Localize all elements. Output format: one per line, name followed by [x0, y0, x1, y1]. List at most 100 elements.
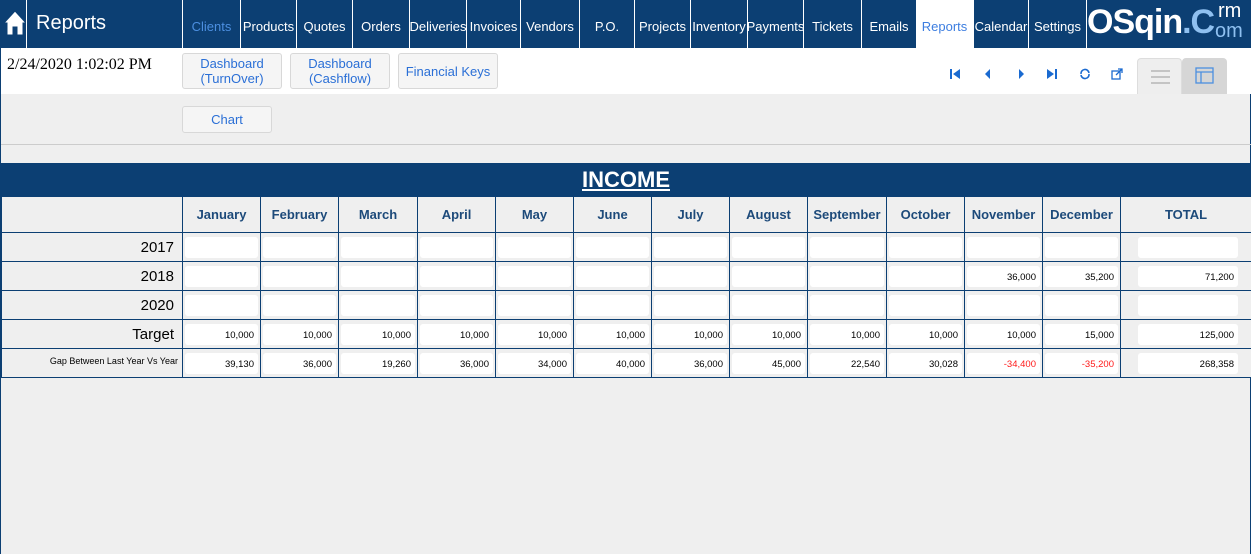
value-field[interactable]: 10,000 [967, 323, 1040, 345]
dashboard-turnover-button[interactable]: Dashboard (TurnOver) [182, 53, 282, 89]
home-icon[interactable] [3, 8, 27, 36]
value-field[interactable] [420, 236, 493, 258]
value-field[interactable] [185, 236, 258, 258]
nav-tab-payments[interactable]: Payments [747, 0, 804, 48]
value-field[interactable]: 35,200 [1045, 265, 1118, 287]
value-field[interactable]: 10,000 [420, 323, 493, 345]
table-cell: 39,130 [182, 348, 261, 378]
grid-view-button[interactable] [1182, 58, 1227, 94]
value-field[interactable]: 34,000 [498, 352, 571, 374]
nav-tab-invoices[interactable]: Invoices [466, 0, 520, 48]
value-field[interactable]: 45,000 [732, 352, 805, 374]
value-field[interactable] [263, 236, 336, 258]
dashboard-cashflow-button[interactable]: Dashboard (Cashflow) [290, 53, 390, 89]
nav-tab-reports[interactable]: Reports [916, 0, 973, 48]
value-field[interactable]: 19,260 [341, 352, 415, 374]
value-field[interactable]: 40,000 [576, 352, 649, 374]
table-cell: 35,200 [1042, 261, 1121, 291]
value-field[interactable]: 10,000 [810, 323, 884, 345]
refresh-icon[interactable] [1079, 68, 1091, 80]
value-field[interactable] [810, 236, 884, 258]
value-field[interactable] [576, 236, 649, 258]
value-field[interactable] [498, 236, 571, 258]
value-field[interactable]: 39,130 [185, 352, 258, 374]
value-field[interactable] [420, 265, 493, 287]
nav-tab-settings[interactable]: Settings [1028, 0, 1086, 48]
value-field[interactable]: 125,000 [1138, 323, 1238, 345]
value-field[interactable] [498, 265, 571, 287]
value-field[interactable] [1045, 236, 1118, 258]
value-field[interactable]: 10,000 [889, 323, 962, 345]
nav-tab-projects[interactable]: Projects [634, 0, 690, 48]
value-field[interactable]: 10,000 [732, 323, 805, 345]
previous-icon[interactable] [982, 68, 994, 80]
value-field[interactable] [185, 294, 258, 316]
value-field[interactable]: 10,000 [498, 323, 571, 345]
table-cell [182, 261, 261, 291]
value-field[interactable] [654, 265, 727, 287]
last-page-icon[interactable] [1046, 68, 1058, 80]
value-field[interactable]: 10,000 [341, 323, 415, 345]
first-page-icon[interactable] [949, 68, 961, 80]
nav-tab-tickets[interactable]: Tickets [803, 0, 861, 48]
value-field[interactable] [341, 236, 415, 258]
value-field[interactable]: 10,000 [185, 323, 258, 345]
nav-tab-emails[interactable]: Emails [861, 0, 916, 48]
value-field[interactable] [654, 236, 727, 258]
nav-tab-quotes[interactable]: Quotes [296, 0, 352, 48]
value-field[interactable] [263, 294, 336, 316]
nav-tab-calendar[interactable]: Calendar [973, 0, 1028, 48]
nav-tab-products[interactable]: Products [240, 0, 296, 48]
value-field[interactable]: 22,540 [810, 352, 884, 374]
value-field[interactable] [420, 294, 493, 316]
value-field[interactable]: 36,000 [967, 265, 1040, 287]
value-field[interactable] [341, 265, 415, 287]
value-field[interactable] [967, 236, 1040, 258]
value-field[interactable]: 10,000 [263, 323, 336, 345]
value-field[interactable] [498, 294, 571, 316]
value-field[interactable] [1138, 294, 1238, 316]
value-field[interactable]: 36,000 [420, 352, 493, 374]
value-field[interactable] [341, 294, 415, 316]
row-label: 2020 [1, 290, 183, 320]
value-field[interactable] [576, 265, 649, 287]
chart-button[interactable]: Chart [182, 106, 272, 133]
value-field[interactable] [185, 265, 258, 287]
list-view-button[interactable] [1137, 58, 1182, 94]
value-field[interactable] [654, 294, 727, 316]
external-link-icon[interactable] [1111, 68, 1123, 80]
value-field[interactable]: -35,200 [1045, 352, 1118, 374]
value-field[interactable]: 10,000 [576, 323, 649, 345]
value-field[interactable]: 268,358 [1138, 352, 1238, 374]
value-field[interactable]: 10,000 [654, 323, 727, 345]
value-field[interactable]: 30,028 [889, 352, 962, 374]
table-cell: 10,000 [573, 319, 652, 349]
value-field[interactable] [889, 265, 962, 287]
value-field[interactable]: 15,000 [1045, 323, 1118, 345]
value-field[interactable]: -34,400 [967, 352, 1040, 374]
value-field[interactable]: 36,000 [263, 352, 336, 374]
value-field[interactable]: 36,000 [654, 352, 727, 374]
value-field[interactable] [732, 265, 805, 287]
nav-tab-po[interactable]: P.O. [579, 0, 634, 48]
value-field[interactable] [576, 294, 649, 316]
value-field[interactable] [732, 294, 805, 316]
value-field[interactable] [889, 236, 962, 258]
value-field[interactable] [810, 294, 884, 316]
value-field[interactable] [967, 294, 1040, 316]
value-field[interactable] [1045, 294, 1118, 316]
value-field[interactable] [1138, 236, 1238, 258]
nav-tab-orders[interactable]: Orders [352, 0, 409, 48]
nav-tab-clients[interactable]: Clients [182, 0, 240, 48]
value-field[interactable]: 71,200 [1138, 265, 1238, 287]
value-field[interactable] [889, 294, 962, 316]
table-cell [886, 232, 965, 262]
value-field[interactable] [263, 265, 336, 287]
nav-tab-deliveries[interactable]: Deliveries [409, 0, 467, 48]
nav-tab-vendors[interactable]: Vendors [520, 0, 579, 48]
value-field[interactable] [810, 265, 884, 287]
value-field[interactable] [732, 236, 805, 258]
financial-keys-button[interactable]: Financial Keys [398, 53, 498, 89]
nav-tab-inventory[interactable]: Inventory [690, 0, 747, 48]
next-icon[interactable] [1015, 68, 1027, 80]
